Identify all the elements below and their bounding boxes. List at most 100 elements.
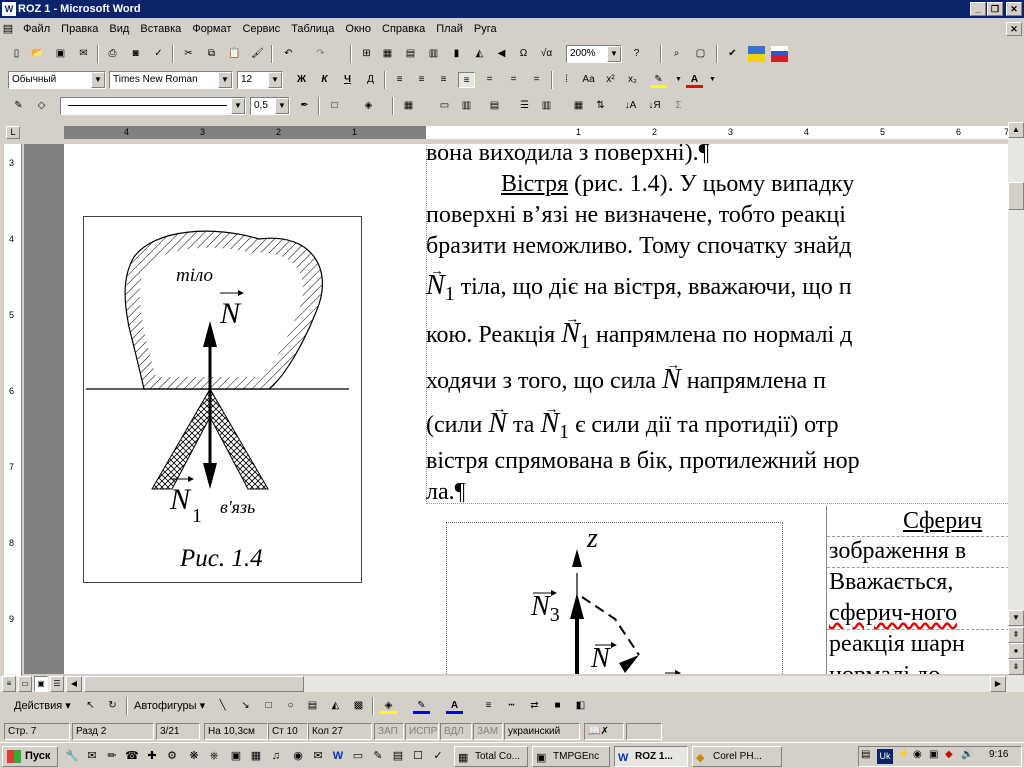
menu-insert[interactable]: Вставка [136,19,185,39]
task-total-commander[interactable]: ▦ Total Co... [454,746,528,767]
chevron-down-icon[interactable]: ▼ [275,98,289,114]
line-icon[interactable]: ╲ [214,698,231,714]
find-icon[interactable]: ⌕ [668,46,685,62]
zoom-select[interactable]: 200% ▼ [566,45,622,63]
status-ovr[interactable]: ЗАМ [473,723,503,740]
menu-table[interactable]: Таблица [287,19,338,39]
status-rec[interactable]: ЗАП [374,723,404,740]
underline-button[interactable]: Ч [339,72,356,88]
chevron-down-icon[interactable]: ▼ [218,72,232,88]
paste-icon[interactable]: 📋 [226,46,243,62]
insert-table-icon[interactable]: ▦ [400,98,417,114]
tables-borders-icon[interactable]: ▦ [379,46,396,62]
zoom-page-icon[interactable]: ▢ [692,46,709,62]
chevron-down-icon[interactable]: ▼ [231,98,245,114]
omega-icon[interactable]: Ω [515,46,532,62]
align-right-icon[interactable]: ≡ [435,72,452,88]
pencil-icon[interactable]: ✎ [10,98,27,114]
outline-view-icon[interactable]: ☰ [50,676,64,692]
equation-icon[interactable]: √α [538,46,555,62]
ql-icon-4[interactable]: ☎ [124,748,140,764]
browse-object-icon[interactable]: ● [1008,643,1024,659]
status-ext[interactable]: ВДЛ [440,723,472,740]
sort-asc-icon[interactable]: ↓A [622,98,639,114]
undo-icon[interactable]: ↶ [280,46,297,62]
word-app-icon[interactable]: W [2,2,16,16]
superscript-icon[interactable]: x² [602,72,619,88]
redo-icon[interactable]: ↷ [312,46,329,62]
text-direction-icon[interactable]: ⇅ [592,98,609,114]
ql-icon-9[interactable]: ▣ [228,748,244,764]
tab-selector[interactable]: L [6,126,20,139]
spelling-status-icon[interactable]: 📖✗ [584,723,624,740]
open-icon[interactable]: 📂 [29,46,46,62]
menu-format[interactable]: Формат [188,19,235,39]
russia-flag-icon[interactable] [771,46,788,62]
status-trk[interactable]: ИСПР [405,723,439,740]
print-layout-icon[interactable]: ▣ [34,676,48,692]
dash-style-icon[interactable]: ┅ [503,698,520,714]
ql-icon-12[interactable]: ◉ [290,748,306,764]
ql-icon-13[interactable]: ✉ [310,748,326,764]
textbox-icon[interactable]: ▤ [304,698,321,714]
ql-icon-17[interactable]: ▤ [390,748,406,764]
rectangle-icon[interactable]: □ [260,698,277,714]
tray-icon-3[interactable]: ⚡ [897,749,909,760]
horizontal-scrollbar[interactable]: ≡ ▭ ▣ ☰ ◀ ▶ [0,676,1024,692]
save-icon[interactable]: ▣ [52,46,69,62]
tray-icon-1[interactable]: ▤ [861,749,870,760]
line-spacing-icon[interactable]: = [505,72,522,88]
ql-icon-19[interactable]: ✓ [430,748,446,764]
web-view-icon[interactable]: ▭ [18,676,32,692]
highlight-icon[interactable]: ✎ [650,72,667,88]
shadow-icon[interactable]: ■ [549,698,566,714]
change-case-icon[interactable]: Аа [580,72,597,88]
select-objects-icon[interactable]: ↖ [82,698,99,714]
close-button[interactable]: ✕ [1006,2,1022,16]
speaker-icon[interactable]: 🔊 [961,749,973,760]
split-cells-icon[interactable]: ▥ [458,98,475,114]
menu-ruga[interactable]: Руга [470,19,501,39]
drawing-icon[interactable]: ◭ [471,46,488,62]
sort-desc-icon[interactable]: ↓Я [646,98,663,114]
merge-cells-icon[interactable]: ▭ [436,98,453,114]
fill-color-icon[interactable]: ◈ [380,698,397,714]
numbering-icon[interactable]: ⁞ [558,72,575,88]
vertical-scrollbar[interactable]: ▲ ▼ ⇞ ● ⇟ [1008,122,1024,676]
minimize-button[interactable]: _ [970,2,986,16]
paragraph-spacing-icon[interactable]: = [528,72,545,88]
tray-icon-5[interactable]: ▣ [929,749,938,760]
ukraine-flag-icon[interactable] [748,46,765,62]
tray-lang[interactable]: Uk [877,749,893,764]
ql-icon-10[interactable]: ▦ [248,748,264,764]
shading-icon[interactable]: ◈ [360,98,377,114]
menu-tools[interactable]: Сервис [238,19,284,39]
vertical-ruler[interactable]: 3 4 5 6 7 8 9 [4,144,22,676]
subscript-icon[interactable]: x₂ [624,72,641,88]
task-tmpgenc[interactable]: ▣ TMPGEnc [532,746,610,767]
oval-icon[interactable]: ○ [282,698,299,714]
horizontal-ruler[interactable]: 43211234567 [64,126,1010,139]
scroll-down-icon[interactable]: ▼ [1008,610,1024,626]
chevron-down-icon[interactable]: ▼ [704,72,721,88]
insert-excel-icon[interactable]: ▥ [425,46,442,62]
document-area[interactable]: тіло N N 1 в'язь Рис. 1.4 вона виходила … [24,144,1008,674]
word-icon[interactable]: W [330,748,346,764]
cut-icon[interactable]: ✂ [180,46,197,62]
clock[interactable]: 9:16 [989,749,1008,760]
distribute-cols-icon[interactable]: ▥ [538,98,555,114]
chevron-down-icon[interactable]: ▼ [607,46,621,62]
free-rotate-icon[interactable]: ↻ [104,698,121,714]
line-style-select[interactable]: ▼ [60,97,246,115]
doc-icon[interactable]: ▤ [0,19,16,39]
start-button[interactable]: Пуск [2,746,58,767]
prev-page-icon[interactable]: ⇞ [1008,627,1024,643]
clipart-icon[interactable]: ▩ [350,698,367,714]
task-word[interactable]: W ROZ 1... [614,746,688,767]
borders-icon[interactable]: □ [326,98,343,114]
font-size-select[interactable]: 12 ▼ [237,71,283,89]
font-select[interactable]: Times New Roman ▼ [109,71,233,89]
restore-button[interactable]: ❐ [987,2,1003,16]
ql-icon-1[interactable]: 🔧 [64,748,80,764]
eraser-icon[interactable]: ◇ [33,98,50,114]
